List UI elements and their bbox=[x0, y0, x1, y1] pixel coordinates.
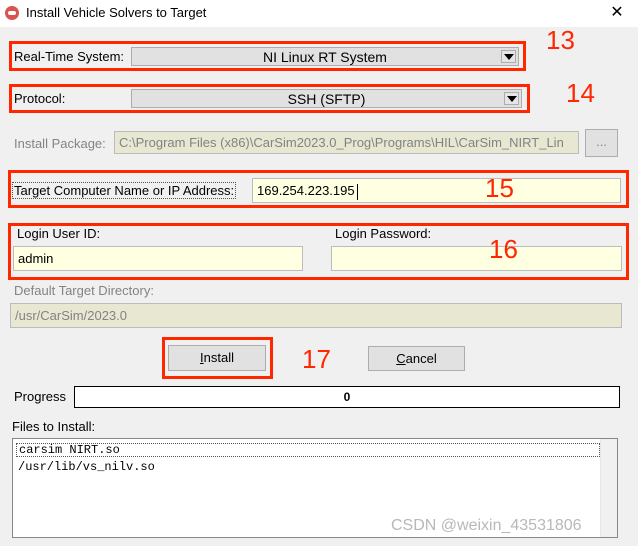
annotation-number-17: 17 bbox=[302, 344, 331, 374]
browse-button: ... bbox=[585, 129, 618, 157]
progress-label: Progress bbox=[14, 389, 67, 404]
window-title: Install Vehicle Solvers to Target bbox=[26, 5, 207, 20]
list-item[interactable]: carsim NIRT.so bbox=[16, 443, 600, 457]
login-user-label: Login User ID: bbox=[17, 226, 101, 241]
install-package-field: C:\Program Files (x86)\CarSim2023.0_Prog… bbox=[114, 131, 579, 154]
progress-bar: 0 bbox=[74, 386, 620, 408]
close-button[interactable]: ✕ bbox=[602, 1, 632, 25]
annotation-number-16: 16 bbox=[489, 234, 518, 264]
annotation-number-13: 13 bbox=[546, 25, 575, 55]
target-address-input[interactable]: 169.254.223.195 bbox=[252, 178, 621, 203]
login-password-input[interactable] bbox=[331, 246, 622, 271]
text-cursor bbox=[356, 183, 358, 200]
annotation-number-15: 15 bbox=[485, 173, 514, 203]
list-item[interactable]: /usr/lib/vs_nilv.so bbox=[16, 460, 155, 474]
files-label: Files to Install: bbox=[12, 419, 96, 434]
login-password-label: Login Password: bbox=[335, 226, 432, 241]
install-package-label: Install Package: bbox=[14, 136, 106, 151]
annotation-box-14 bbox=[9, 84, 530, 113]
target-address-label: Target Computer Name or IP Address: bbox=[12, 182, 237, 199]
default-directory-field: /usr/CarSim/2023.0 bbox=[10, 303, 622, 328]
default-directory-label: Default Target Directory: bbox=[14, 283, 154, 298]
progress-value: 0 bbox=[343, 390, 351, 404]
annotation-box-13 bbox=[9, 41, 526, 71]
cancel-button[interactable]: Cancel bbox=[368, 346, 465, 371]
annotation-box-17 bbox=[162, 337, 273, 379]
target-address-value: 169.254.223.195 bbox=[257, 183, 355, 198]
annotation-number-14: 14 bbox=[566, 78, 595, 108]
login-user-input[interactable]: admin bbox=[13, 246, 303, 271]
cancel-mnemonic: C bbox=[396, 351, 406, 366]
watermark-text: CSDN @weixin_43531806 bbox=[391, 517, 582, 534]
vertical-scrollbar[interactable] bbox=[600, 439, 617, 537]
app-car-icon bbox=[5, 6, 19, 20]
